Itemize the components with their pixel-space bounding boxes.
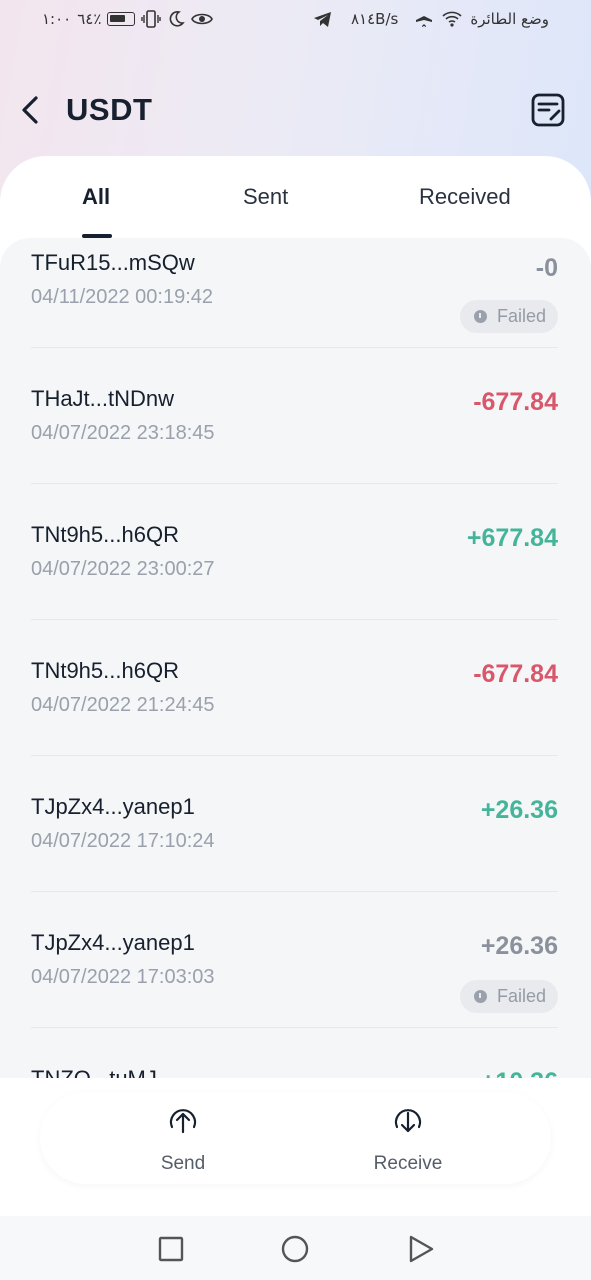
tx-date: 04/07/2022 17:03:03 <box>31 966 215 988</box>
transaction-row[interactable]: TFuR15...mSQw 04/11/2022 00:19:42 -0 Fai… <box>31 238 558 348</box>
transaction-row[interactable]: TJpZx4...yanep1 04/07/2022 17:03:03 +26.… <box>31 892 558 1028</box>
tx-amount: +677.84 <box>466 524 558 552</box>
app-header: USDT <box>0 70 591 150</box>
wifi-icon <box>442 11 462 27</box>
tx-amount: +26.36 <box>480 796 558 824</box>
send-label: Send <box>160 1153 206 1174</box>
transaction-list: TFuR15...mSQw 04/11/2022 00:19:42 -0 Fai… <box>0 238 591 1078</box>
send-icon <box>169 1109 197 1134</box>
tx-date: 04/07/2022 23:00:27 <box>31 558 215 580</box>
tx-address: TJpZx4...yanep1 <box>31 930 195 955</box>
status-badge: Failed <box>459 980 558 1013</box>
moon-icon <box>170 11 186 27</box>
action-bar: Send Receive <box>40 1092 551 1184</box>
transaction-row[interactable]: THaJt...tNDnw 04/07/2022 23:18:45 -677.8… <box>31 348 558 484</box>
receive-label: Receive <box>373 1153 443 1174</box>
tx-address: TNt9h5...h6QR <box>31 522 179 547</box>
tx-amount: -677.84 <box>473 660 558 688</box>
tx-address: TNZQ...tuMJ <box>31 1066 157 1078</box>
tab-sent[interactable]: Sent <box>243 184 288 210</box>
battery-icon <box>107 12 136 26</box>
square-icon <box>158 1236 184 1262</box>
transaction-row[interactable]: TJpZx4...yanep1 04/07/2022 17:10:24 +26.… <box>31 756 558 892</box>
transaction-row[interactable]: TNt9h5...h6QR 04/07/2022 23:00:27 +677.8… <box>31 484 558 620</box>
tx-amount: -0 <box>535 254 558 282</box>
page-title: USDT <box>66 92 153 127</box>
battery-percent: ٦٤٪ <box>77 10 102 28</box>
clock: ١:٠٠ <box>42 10 72 28</box>
info-icon <box>473 310 487 323</box>
receive-icon <box>394 1109 422 1133</box>
home-button[interactable] <box>280 1234 310 1264</box>
status-bar: ١:٠٠ ٦٤٪ ٨١٤B/s وضع الطائرة <box>0 0 591 40</box>
back-button[interactable] <box>14 92 46 128</box>
tx-address: THaJt...tNDnw <box>31 386 175 411</box>
back-nav-button[interactable] <box>406 1234 436 1264</box>
tab-bar: All Sent Received <box>0 156 591 240</box>
tx-date: 04/07/2022 21:24:45 <box>31 694 215 716</box>
status-label: Failed <box>496 306 546 326</box>
records-button[interactable] <box>530 92 566 128</box>
telegram-icon <box>314 12 331 27</box>
eye-icon <box>191 13 214 25</box>
network-speed: ٨١٤B/s <box>351 10 399 28</box>
tx-date: 04/07/2022 17:10:24 <box>31 830 215 852</box>
status-badge: Failed <box>459 300 558 333</box>
info-icon <box>473 990 487 1003</box>
send-button[interactable]: Send <box>123 1108 243 1175</box>
receive-button[interactable]: Receive <box>348 1108 468 1175</box>
tx-address: TNt9h5...h6QR <box>31 658 179 683</box>
vibrate-icon <box>141 10 162 28</box>
records-icon <box>531 93 565 127</box>
tab-all[interactable]: All <box>82 184 110 210</box>
airplane-icon <box>416 10 433 27</box>
back-arrow-icon <box>22 96 38 124</box>
triangle-icon <box>409 1235 434 1263</box>
tx-amount: +26.36 <box>480 932 558 960</box>
circle-icon <box>281 1235 309 1263</box>
tx-date: 04/07/2022 23:18:45 <box>31 422 215 444</box>
tx-amount: -677.84 <box>473 388 558 416</box>
recents-button[interactable] <box>156 1234 186 1264</box>
tx-date: 04/11/2022 00:19:42 <box>31 286 214 308</box>
status-label: Failed <box>496 986 546 1006</box>
tx-address: TFuR15...mSQw <box>31 250 195 275</box>
system-nav-bar <box>0 1216 591 1280</box>
transaction-row[interactable]: TNZQ...tuMJ +10.36 <box>31 1028 558 1078</box>
airplane-mode-label: وضع الطائرة <box>470 10 549 28</box>
transaction-row[interactable]: TNt9h5...h6QR 04/07/2022 21:24:45 -677.8… <box>31 620 558 756</box>
tx-address: TJpZx4...yanep1 <box>31 794 195 819</box>
tx-amount: +10.36 <box>481 1068 558 1078</box>
tab-received[interactable]: Received <box>419 184 511 210</box>
